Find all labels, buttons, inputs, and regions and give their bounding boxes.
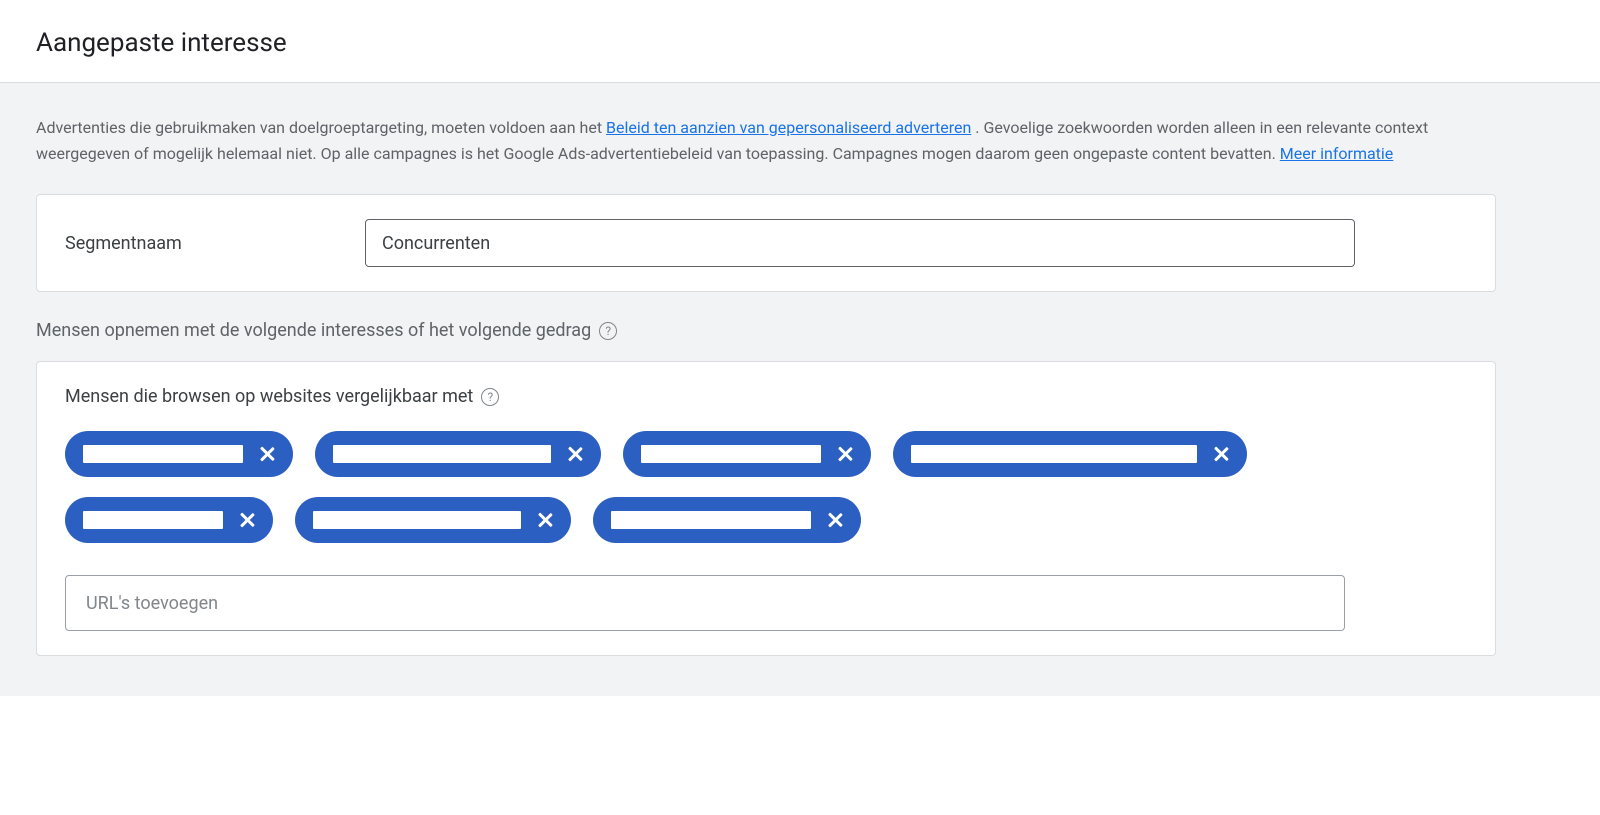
browse-card: Mensen die browsen op websites vergelijk… xyxy=(36,361,1496,656)
browse-label: Mensen die browsen op websites vergelijk… xyxy=(65,386,1467,407)
include-label-text: Mensen opnemen met de volgende interesse… xyxy=(36,320,591,341)
close-icon[interactable] xyxy=(835,444,855,464)
url-chip[interactable] xyxy=(315,431,601,477)
url-chip-text xyxy=(611,511,811,529)
segment-name-input[interactable] xyxy=(365,219,1355,267)
url-chip-text xyxy=(641,445,821,463)
browse-label-text: Mensen die browsen op websites vergelijk… xyxy=(65,386,473,407)
close-icon[interactable] xyxy=(565,444,585,464)
help-icon[interactable]: ? xyxy=(481,388,499,406)
main-content: Advertenties die gebruikmaken van doelgr… xyxy=(0,83,1600,696)
segment-name-card: Segmentnaam xyxy=(36,194,1496,292)
url-chip-text xyxy=(911,445,1197,463)
url-chip[interactable] xyxy=(893,431,1247,477)
url-chip-text xyxy=(333,445,551,463)
help-icon[interactable]: ? xyxy=(599,322,617,340)
close-icon[interactable] xyxy=(1211,444,1231,464)
url-chip[interactable] xyxy=(593,497,861,543)
close-icon[interactable] xyxy=(257,444,277,464)
close-icon[interactable] xyxy=(535,510,555,530)
add-url-input[interactable] xyxy=(65,575,1345,631)
url-chip-text xyxy=(83,511,223,529)
more-info-link[interactable]: Meer informatie xyxy=(1280,144,1394,163)
url-chip[interactable] xyxy=(65,497,273,543)
url-chip[interactable] xyxy=(295,497,571,543)
include-section-label: Mensen opnemen met de volgende interesse… xyxy=(36,320,1496,341)
close-icon[interactable] xyxy=(237,510,257,530)
url-chip[interactable] xyxy=(623,431,871,477)
page-title: Aangepaste interesse xyxy=(36,28,1564,58)
policy-link[interactable]: Beleid ten aanzien van gepersonaliseerd … xyxy=(606,118,971,137)
close-icon[interactable] xyxy=(825,510,845,530)
page-header: Aangepaste interesse xyxy=(0,0,1600,83)
url-chips-container xyxy=(65,431,1467,543)
policy-description: Advertenties die gebruikmaken van doelgr… xyxy=(36,115,1496,166)
desc-text-1: Advertenties die gebruikmaken van doelgr… xyxy=(36,118,606,137)
url-chip-text xyxy=(83,445,243,463)
url-chip[interactable] xyxy=(65,431,293,477)
segment-name-label: Segmentnaam xyxy=(65,233,325,254)
url-chip-text xyxy=(313,511,521,529)
